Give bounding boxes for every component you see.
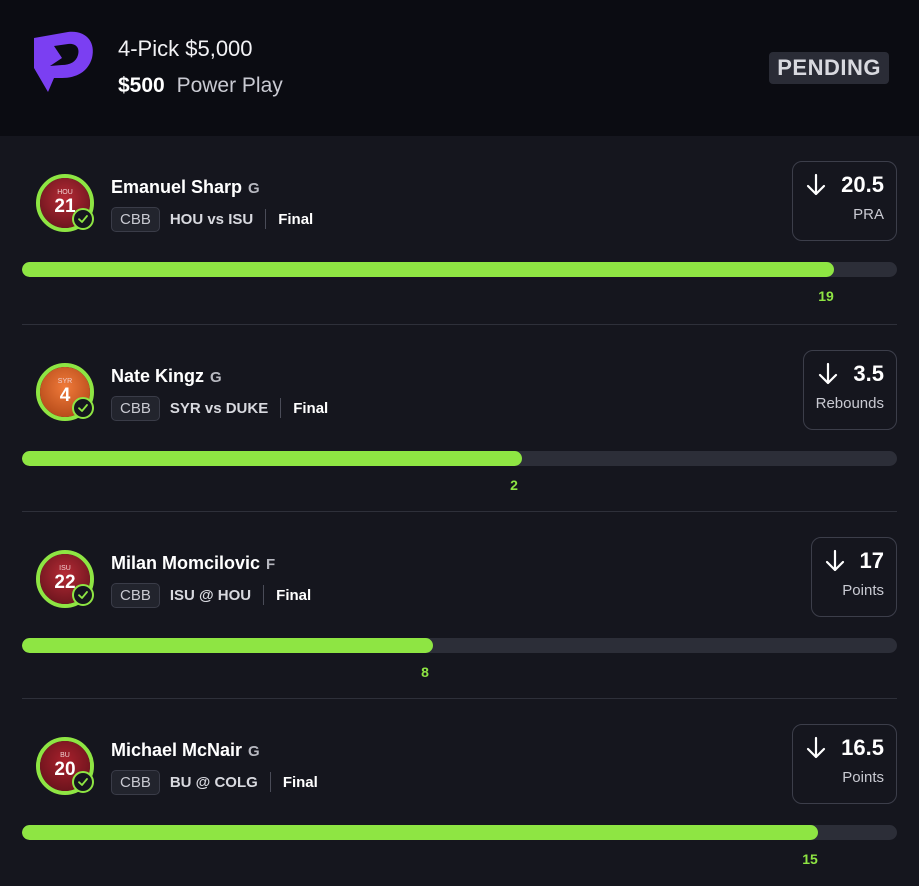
projection-value: 20.5 xyxy=(841,172,884,197)
stat-type: Rebounds xyxy=(815,395,884,412)
progress-fill xyxy=(22,825,818,840)
pick-card[interactable]: BU 20 Michael McNair G CBB BU @ COLG Fina… xyxy=(0,699,919,886)
game-info: CBB BU @ COLG Final xyxy=(111,769,318,795)
league-badge: CBB xyxy=(111,582,160,608)
game-info: CBB ISU @ HOU Final xyxy=(111,582,311,608)
projection-value: 16.5 xyxy=(841,735,884,760)
entry-subtitle: $500 Power Play xyxy=(118,74,283,98)
current-stat-value: 19 xyxy=(818,288,834,304)
game-status: Final xyxy=(276,586,312,604)
projection-line: 20.5 xyxy=(805,172,884,198)
matchup: BU @ COLG xyxy=(169,773,258,791)
projection-line: 17 xyxy=(824,548,884,574)
progress-bar xyxy=(22,638,897,653)
meta-divider xyxy=(280,398,282,418)
projection-box: 17 Points xyxy=(810,537,897,617)
game-status: Final xyxy=(278,210,314,228)
pick-card[interactable]: HOU 21 Emanuel Sharp G CBB HOU vs ISU Fin… xyxy=(0,136,919,323)
meta-divider xyxy=(269,772,271,792)
prizepicks-logo xyxy=(34,31,93,93)
entry-amount: $500 xyxy=(118,74,165,97)
progress-fill xyxy=(22,451,522,466)
meta-divider xyxy=(265,209,267,229)
progress-bar xyxy=(22,451,897,466)
projection-box: 20.5 PRA xyxy=(792,161,897,241)
progress-fill xyxy=(22,262,834,277)
pick-card[interactable]: SYR 4 Nate Kingz G CBB SYR vs DUKE Final … xyxy=(0,325,919,512)
stat-type: Points xyxy=(842,582,884,599)
matchup: ISU @ HOU xyxy=(169,586,252,604)
player-name-row: Michael McNair G xyxy=(111,740,260,761)
projection-value: 3.5 xyxy=(853,361,884,386)
current-stat-value: 15 xyxy=(802,851,818,867)
game-status: Final xyxy=(293,399,329,417)
league-badge: CBB xyxy=(111,769,160,795)
projection-line: 16.5 xyxy=(805,735,884,761)
player-name-row: Milan Momcilovic F xyxy=(111,553,275,574)
progress-bar xyxy=(22,825,897,840)
player-name: Milan Momcilovic xyxy=(111,553,261,573)
player-position: G xyxy=(248,743,260,760)
status-badge: PENDING xyxy=(769,52,889,84)
matchup: HOU vs ISU xyxy=(169,210,254,228)
player-name: Emanuel Sharp xyxy=(111,177,243,197)
matchup: SYR vs DUKE xyxy=(169,399,269,417)
projection-value: 17 xyxy=(859,548,884,573)
current-stat-value: 8 xyxy=(421,664,429,680)
game-status: Final xyxy=(282,773,318,791)
meta-divider xyxy=(263,585,265,605)
league-badge: CBB xyxy=(111,206,160,232)
check-icon xyxy=(72,584,94,606)
league-badge: CBB xyxy=(111,395,160,421)
entry-title: 4-Pick $5,000 xyxy=(118,36,253,61)
progress-bar xyxy=(22,262,897,277)
arrow-down-icon xyxy=(825,549,844,572)
entry-header: 4-Pick $5,000 $500 Power Play PENDING xyxy=(0,0,919,136)
game-info: CBB SYR vs DUKE Final xyxy=(111,395,328,421)
player-name: Michael McNair xyxy=(111,740,243,760)
player-name: Nate Kingz xyxy=(111,366,205,386)
player-name-row: Nate Kingz G xyxy=(111,366,222,387)
arrow-down-icon xyxy=(807,173,826,196)
jersey-number: 4 xyxy=(59,385,71,406)
projection-box: 3.5 Rebounds xyxy=(802,350,897,430)
arrow-down-icon xyxy=(819,362,838,385)
game-info: CBB HOU vs ISU Final xyxy=(111,206,313,232)
entry-type: Power Play xyxy=(176,74,283,97)
current-stat-value: 2 xyxy=(510,477,518,493)
arrow-down-icon xyxy=(807,736,826,759)
player-position: G xyxy=(248,180,260,197)
player-position: G xyxy=(210,369,222,386)
player-name-row: Emanuel Sharp G xyxy=(111,177,260,198)
projection-box: 16.5 Points xyxy=(792,724,897,804)
progress-fill xyxy=(22,638,433,653)
check-icon xyxy=(72,208,94,230)
projection-line: 3.5 xyxy=(816,361,884,387)
check-icon xyxy=(72,771,94,793)
pick-card[interactable]: ISU 22 Milan Momcilovic F CBB ISU @ HOU F… xyxy=(0,512,919,699)
stat-type: PRA xyxy=(853,206,884,223)
stat-type: Points xyxy=(842,769,884,786)
check-icon xyxy=(72,397,94,419)
player-position: F xyxy=(266,556,276,573)
